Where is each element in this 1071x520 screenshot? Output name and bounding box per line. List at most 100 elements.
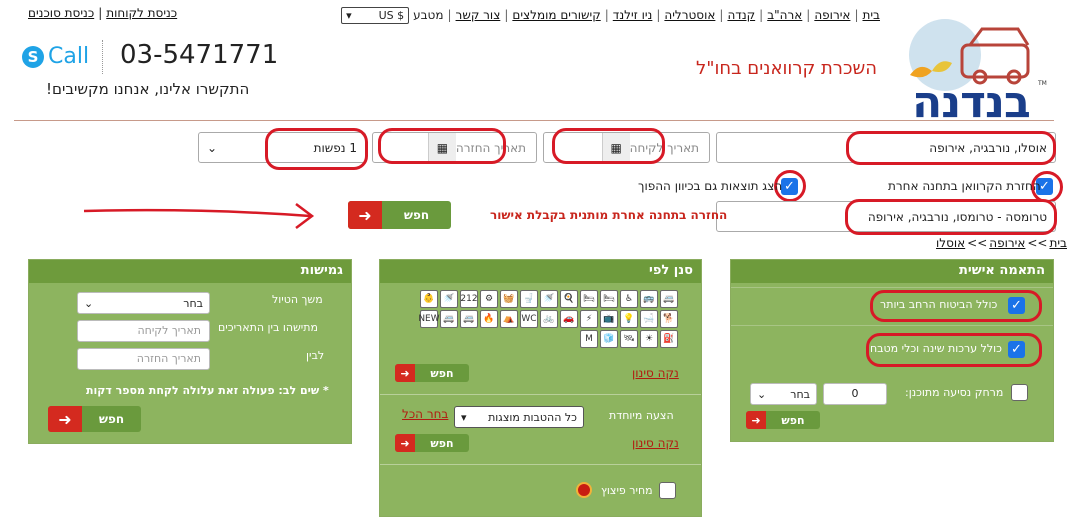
amenity-filter-icon[interactable]: 🔥 — [480, 310, 498, 328]
to-label: לבין — [306, 349, 325, 362]
search-button-label: חפש — [98, 412, 125, 426]
kitchen-kit-checkbox[interactable]: ✓ — [1008, 341, 1025, 358]
kitchen-kit-label: כולל ערכות שינה וכלי מטבח — [870, 342, 1002, 355]
amenity-filter-icon[interactable]: 🛏 — [600, 290, 618, 308]
amenity-filter-icon[interactable]: WC — [520, 310, 538, 328]
bomb-icon — [576, 482, 592, 498]
agent-login-link[interactable]: כניסת סוכנים — [28, 6, 94, 20]
skype-call-button[interactable]: S Call — [22, 44, 89, 69]
search-button-label: חפש — [430, 436, 454, 450]
amenity-filter-icon[interactable]: 🛏 — [580, 290, 598, 308]
special-offer-dropdown[interactable]: כל ההטבות מוצגות ▾ — [454, 406, 584, 428]
customer-login-link[interactable]: כניסת לקוחות — [106, 6, 177, 20]
brand-logo[interactable]: TM בנדנה — [900, 15, 1060, 128]
amenity-filter-icon[interactable]: 🚐 — [660, 290, 678, 308]
phone-number[interactable]: 03-5471771 — [120, 40, 278, 70]
arrow-left-icon: ➜ — [348, 201, 382, 229]
amenity-icon-grid: 🚐 🚌 ♿ 🛏 🛏 🍳 🚿 🚽 🧺 ⚙ 212 🚿 👶 🐕 🛁 💡 📺 ⚡ 🚗 🚲 WC ⛺ 🔥 🚐 🚐 NEW ⛽ ☀ 🛰 🧊 M — [418, 290, 678, 348]
return-station-input[interactable]: טרומסה - טרומסו, נורבגיה, אירופה — [716, 201, 1056, 232]
amenity-filter-icon[interactable]: 🍳 — [560, 290, 578, 308]
clear-filter-link[interactable]: נקה סינון — [632, 366, 679, 380]
clear-filter-link-2[interactable]: נקה סינון — [632, 436, 679, 450]
between-dates-label: מתישהו בין התאריכים — [218, 321, 318, 334]
explosive-price-checkbox[interactable] — [659, 482, 676, 499]
nav-link-europe[interactable]: אירופה — [814, 8, 850, 22]
breadcrumb-europe[interactable]: אירופה — [989, 236, 1025, 250]
page-title: השכרת קרוואנים בחו"ל — [696, 58, 877, 79]
breadcrumb-home[interactable]: בית — [1049, 236, 1067, 250]
top-navigation: בית | אירופה | ארה"ב | קנדה | אוסטרליה | ניו … — [340, 6, 880, 24]
passengers-select[interactable]: 1 נפשות ⌄ — [198, 132, 366, 163]
amenity-filter-icon[interactable]: 🚿 — [540, 290, 558, 308]
amenity-filter-icon[interactable]: ☀ — [640, 330, 658, 348]
passengers-value: 1 נפשות — [313, 140, 357, 155]
nav-link-canada[interactable]: קנדה — [727, 8, 755, 22]
reverse-direction-checkbox[interactable]: ✓ — [781, 178, 798, 195]
amenity-filter-icon[interactable]: ⚡ — [580, 310, 598, 328]
amenity-filter-icon[interactable]: M — [580, 330, 598, 348]
personal-search-button[interactable]: ➜ חפש — [746, 411, 820, 429]
nav-link-usa[interactable]: ארה"ב — [767, 8, 802, 22]
amenity-filter-icon[interactable]: 💡 — [620, 310, 638, 328]
trip-length-select[interactable]: ⌄ בחר — [77, 292, 210, 314]
account-links: כניסת לקוחות | כניסת סוכנים — [28, 6, 178, 20]
nav-link-recommended[interactable]: קישורים מומלצים — [512, 8, 600, 22]
nav-link-new-zealand[interactable]: ניו זילנד — [613, 8, 653, 22]
return-date-input[interactable]: תאריך החזרה ▦ — [372, 132, 537, 163]
arrow-left-icon: ➜ — [395, 364, 415, 382]
select-all-link[interactable]: בחר הכל — [402, 407, 448, 421]
destination-input[interactable]: אוסלו, נורבגיה, אירופה — [716, 132, 1056, 163]
distance-checkbox[interactable] — [1011, 384, 1028, 401]
panel-divider — [380, 394, 701, 395]
distance-unit-select[interactable]: ⌄ בחר — [750, 383, 817, 405]
amenity-filter-icon[interactable]: 🛁 — [640, 310, 658, 328]
flex-to-input[interactable]: תאריך החזרה — [77, 348, 210, 370]
distance-input[interactable]: 0 — [823, 383, 887, 405]
breadcrumb-oslo[interactable]: אוסלו — [936, 236, 965, 250]
explosive-price-label: מחיר פיצוץ — [601, 484, 653, 497]
insurance-checkbox[interactable]: ✓ — [1008, 297, 1025, 314]
amenity-filter-icon[interactable]: 🚗 — [560, 310, 578, 328]
amenity-filter-icon[interactable]: 🧺 — [500, 290, 518, 308]
amenity-filter-icon[interactable]: 🧊 — [600, 330, 618, 348]
special-offer-value: כל ההטבות מוצגות — [488, 410, 577, 424]
amenity-filter-icon[interactable]: 212 — [460, 290, 478, 308]
amenity-filter-icon[interactable]: 🐕 — [660, 310, 678, 328]
pickup-date-input[interactable]: ▦ תאריך לקיחה — [543, 132, 710, 163]
currency-value: US $ — [378, 8, 405, 22]
destination-value: אוסלו, נורבגיה, אירופה — [929, 140, 1047, 155]
amenity-filter-icon[interactable]: 👶 — [420, 290, 438, 308]
calendar-icon[interactable]: ▦ — [601, 133, 630, 162]
amenity-filter-icon[interactable]: 🚐 — [460, 310, 478, 328]
nav-link-australia[interactable]: אוסטרליה — [664, 8, 715, 22]
amenity-filter-icon[interactable]: 🚲 — [540, 310, 558, 328]
nav-link-home[interactable]: בית — [862, 8, 880, 22]
personal-panel-title: התאמה אישית — [731, 260, 1053, 283]
pickup-placeholder: תאריך לקיחה — [629, 140, 699, 155]
amenity-filter-icon[interactable]: ⛽ — [660, 330, 678, 348]
amenity-filter-icon[interactable]: ⚙ — [480, 290, 498, 308]
special-search-button[interactable]: ➜ חפש — [395, 434, 469, 452]
amenity-filter-icon[interactable]: 🚿 — [440, 290, 458, 308]
return-station-value: טרומסה - טרומסו, נורבגיה, אירופה — [867, 209, 1047, 224]
filter-search-button[interactable]: ➜ חפש — [395, 364, 469, 382]
flex-search-button[interactable]: ➜ חפש — [48, 406, 141, 432]
amenity-filter-icon[interactable]: 📺 — [600, 310, 618, 328]
return-warning: החזרה בתחנה אחרת מותנית בקבלת אישור — [490, 208, 728, 222]
trip-length-value: בחר — [183, 296, 203, 310]
nav-link-contact[interactable]: צור קשר — [456, 8, 501, 22]
calendar-icon[interactable]: ▦ — [427, 133, 456, 162]
amenity-filter-icon[interactable]: 🛰 — [620, 330, 638, 348]
amenity-filter-icon[interactable]: 🚽 — [520, 290, 538, 308]
flex-from-input[interactable]: תאריך לקיחה — [77, 320, 210, 342]
amenity-filter-icon[interactable]: 🚌 — [640, 290, 658, 308]
checkmark-icon: ✓ — [781, 178, 798, 195]
currency-select[interactable]: ▾ US $ — [341, 6, 410, 24]
amenity-filter-icon[interactable]: ⛺ — [500, 310, 518, 328]
search-button-label: חפש — [403, 208, 430, 222]
amenity-filter-icon[interactable]: ♿ — [620, 290, 638, 308]
amenity-filter-icon[interactable]: 🚐 — [440, 310, 458, 328]
search-button[interactable]: ➜ חפש — [348, 201, 451, 229]
amenity-filter-icon[interactable]: NEW — [418, 310, 440, 328]
checkmark-icon: ✓ — [1008, 341, 1025, 358]
